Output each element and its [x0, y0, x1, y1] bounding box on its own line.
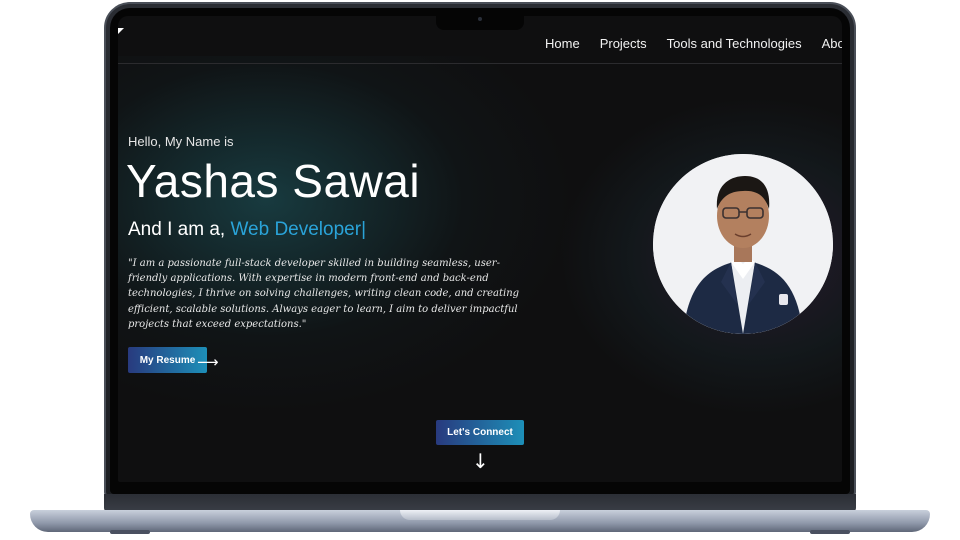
hero-name: Yashas Sawai	[126, 155, 421, 207]
nav-projects[interactable]: Projects	[600, 36, 647, 51]
laptop-mockup: Home Projects Tools and Technologies Abo…	[0, 0, 960, 540]
greeting-text: Hello, My Name is	[128, 134, 234, 149]
connect-button[interactable]: Let's Connect	[436, 420, 524, 445]
camera-notch	[436, 14, 524, 30]
camera-icon	[478, 17, 482, 21]
bio-quote: "I am a passionate full-stack developer …	[128, 258, 520, 330]
profile-photo	[653, 154, 833, 334]
nav-home[interactable]: Home	[545, 36, 580, 51]
nav-about[interactable]: Abo	[822, 36, 842, 51]
arrow-down-icon[interactable]: ↓	[472, 449, 489, 473]
profile-avatar	[653, 154, 833, 334]
laptop-foot-right	[810, 530, 850, 534]
role-prefix: And I am a,	[128, 219, 231, 240]
website-screen: Home Projects Tools and Technologies Abo…	[118, 16, 842, 482]
logo-icon[interactable]	[118, 28, 124, 34]
laptop-opening-lip	[400, 510, 560, 520]
nav-links: Home Projects Tools and Technologies Abo	[545, 36, 842, 51]
typing-cursor: |	[361, 219, 366, 240]
role-highlight: Web Developer	[230, 219, 362, 240]
arrow-right-icon[interactable]: ⟶	[197, 353, 219, 371]
role-line: And I am a, Web Developer|	[128, 219, 366, 241]
resume-button[interactable]: My Resume	[128, 347, 207, 373]
laptop-foot-left	[110, 530, 150, 534]
nav-tools-technologies[interactable]: Tools and Technologies	[667, 36, 802, 51]
